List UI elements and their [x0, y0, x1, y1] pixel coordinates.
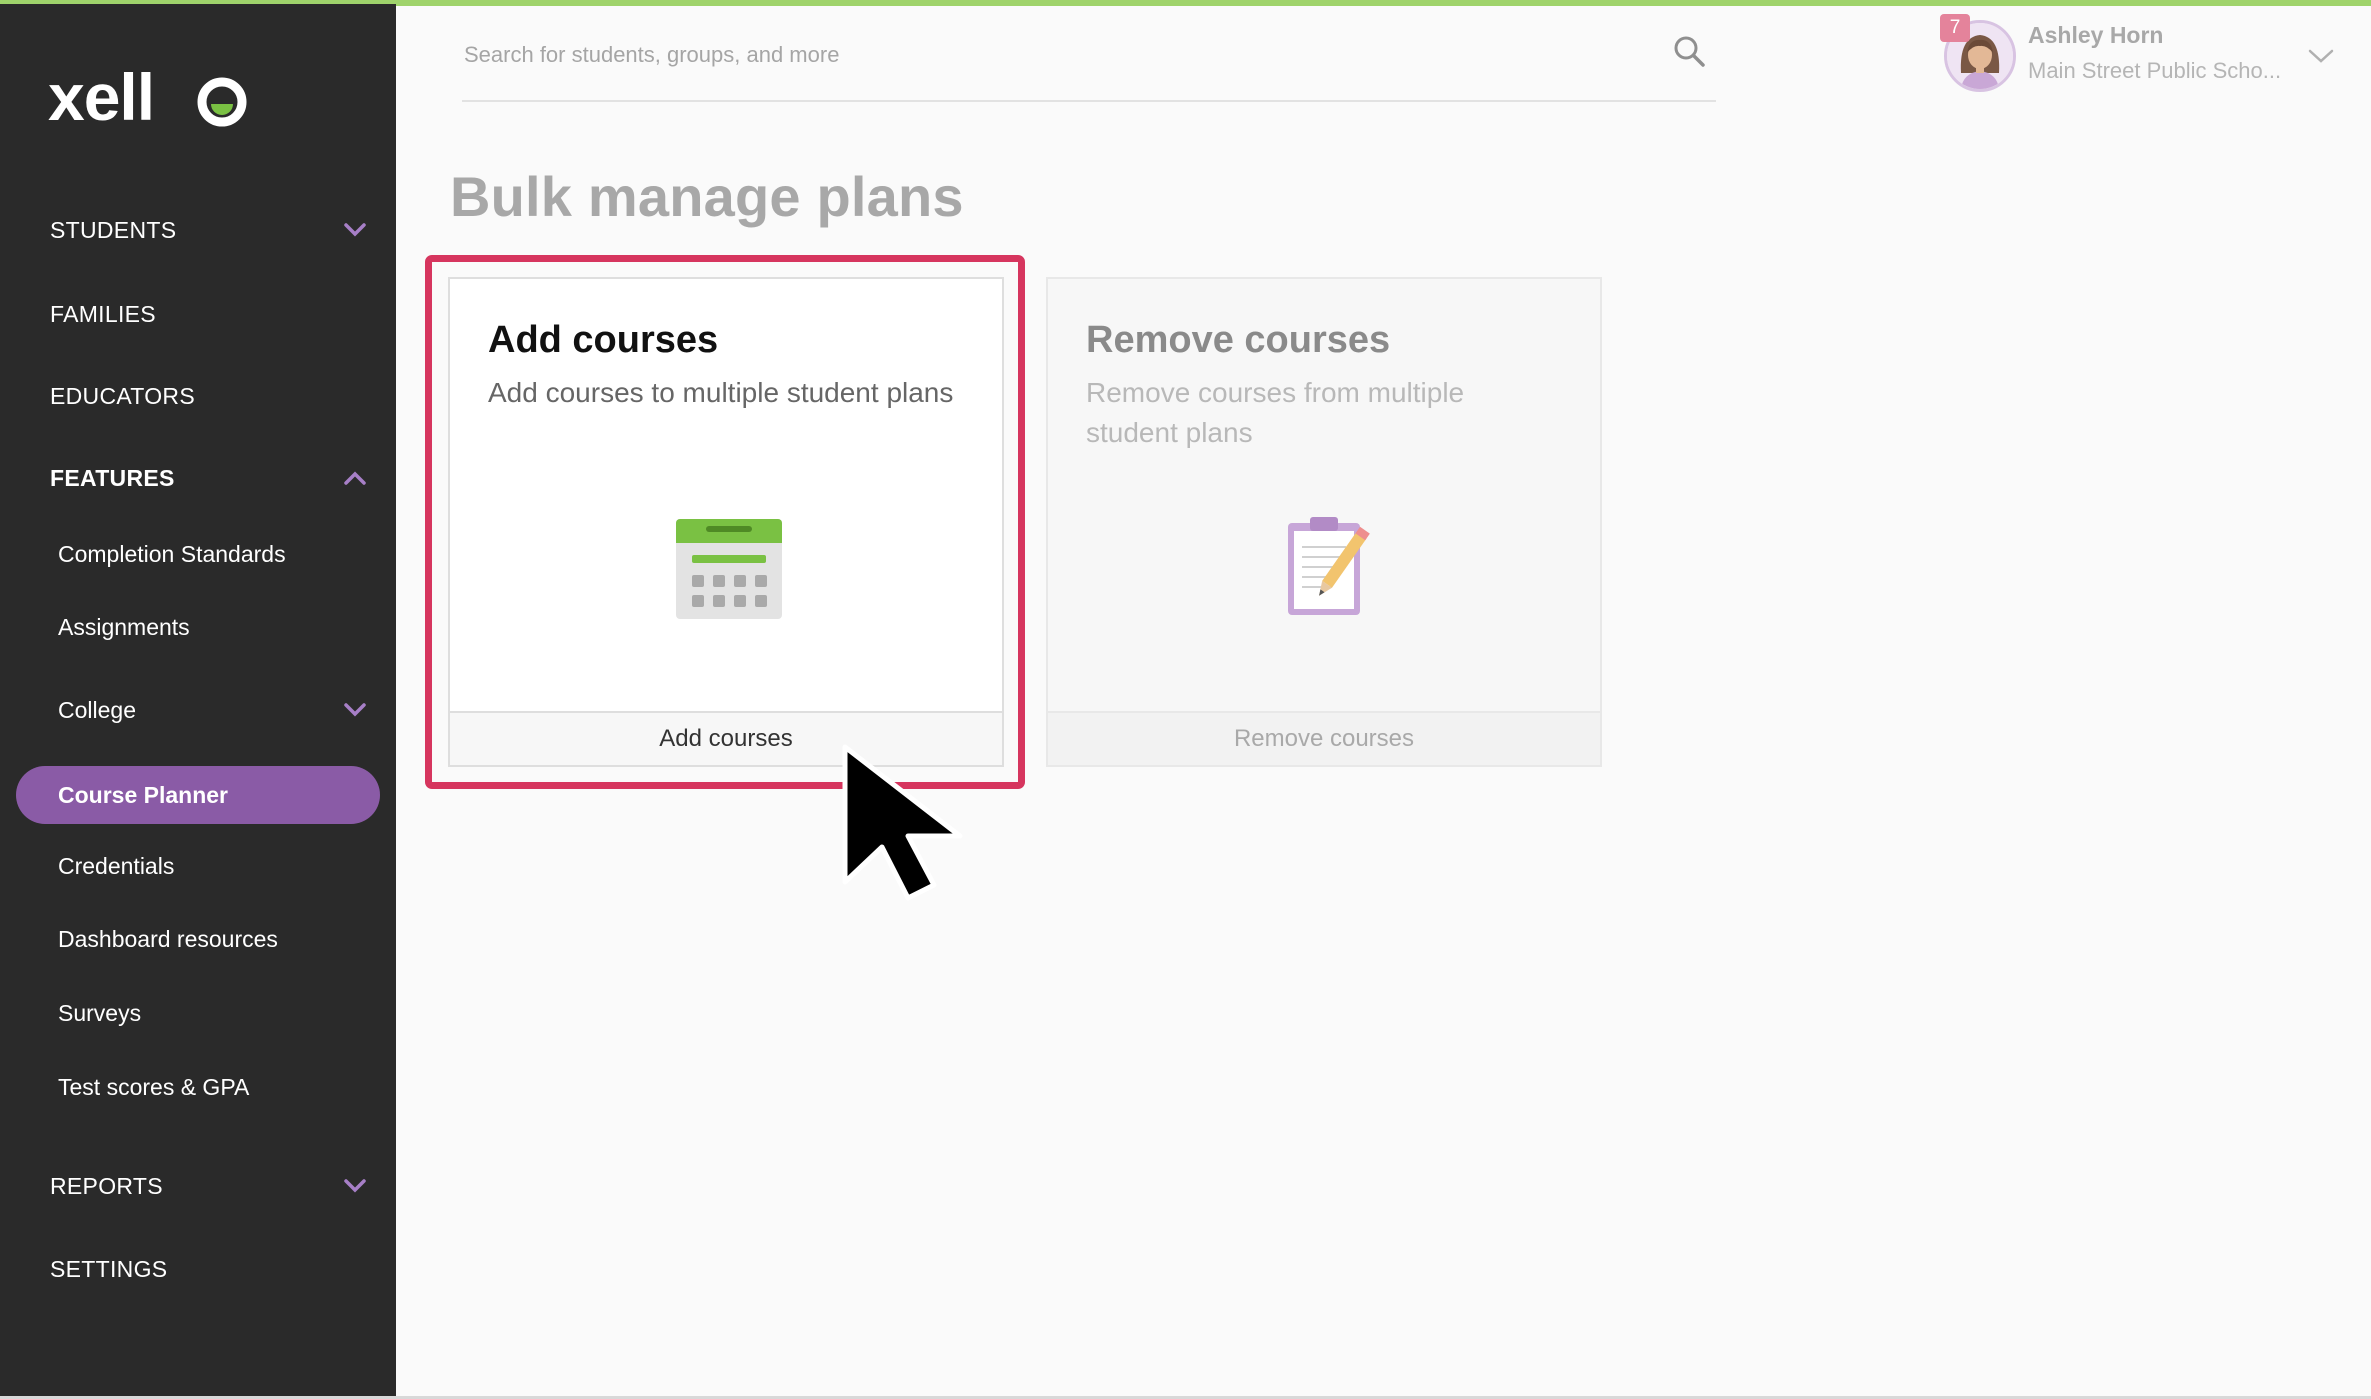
nav-reports-label: REPORTS: [50, 1172, 163, 1199]
clipboard-pencil-icon: [1288, 517, 1370, 615]
nav-credentials[interactable]: Credentials: [58, 846, 368, 886]
nav-settings-label: SETTINGS: [50, 1255, 168, 1282]
search-input[interactable]: [462, 32, 1646, 78]
search-bar: [462, 20, 1716, 102]
nav-college-label: College: [58, 696, 136, 723]
sidebar: xell STUDENTS FAMILIES EDUCATORS FEATURE…: [0, 4, 396, 1396]
user-menu[interactable]: 7 Ashley Horn Main Street Public Scho...: [1940, 14, 2340, 94]
chevron-down-icon[interactable]: [340, 1171, 370, 1201]
chevron-up-icon[interactable]: [340, 463, 370, 493]
highlight-frame: [425, 255, 1025, 789]
nav-families[interactable]: FAMILIES: [50, 294, 370, 334]
nav-features[interactable]: FEATURES: [50, 458, 370, 498]
nav-students[interactable]: STUDENTS: [50, 210, 370, 250]
search-icon[interactable]: [1672, 34, 1706, 68]
nav-features-label: FEATURES: [50, 464, 175, 491]
nav-surveys[interactable]: Surveys: [58, 993, 368, 1033]
svg-text:xell: xell: [48, 66, 154, 130]
xello-logo[interactable]: xell: [48, 66, 248, 130]
chevron-down-icon[interactable]: [2306, 44, 2336, 68]
nav-course-planner[interactable]: Course Planner: [16, 766, 380, 824]
notification-badge[interactable]: 7: [1940, 14, 1970, 42]
nav-educators[interactable]: EDUCATORS: [50, 376, 370, 416]
card-description: Remove courses from multiple student pla…: [1086, 377, 1465, 448]
nav-families-label: FAMILIES: [50, 300, 156, 327]
nav-credentials-label: Credentials: [58, 852, 175, 879]
nav-dashboard-resources[interactable]: Dashboard resources: [58, 919, 368, 959]
chevron-down-icon[interactable]: [340, 215, 370, 245]
user-school: Main Street Public Scho...: [2028, 58, 2282, 83]
nav-test-scores-label: Test scores & GPA: [58, 1073, 250, 1100]
app-window: xell STUDENTS FAMILIES EDUCATORS FEATURE…: [0, 0, 2371, 1399]
nav-assignments-label: Assignments: [58, 613, 190, 640]
chevron-down-icon[interactable]: [340, 695, 370, 725]
nav-completion-standards-label: Completion Standards: [58, 540, 286, 567]
user-name: Ashley Horn: [2028, 22, 2164, 48]
page-title: Bulk manage plans: [450, 165, 964, 228]
nav-dashboard-resources-label: Dashboard resources: [58, 925, 278, 952]
nav-test-scores[interactable]: Test scores & GPA: [58, 1067, 368, 1107]
nav-course-planner-label: Course Planner: [58, 782, 228, 808]
nav-college[interactable]: College: [58, 690, 368, 730]
nav-settings[interactable]: SETTINGS: [50, 1249, 370, 1289]
nav-educators-label: EDUCATORS: [50, 382, 195, 409]
card-title: Remove courses: [1086, 319, 1391, 361]
nav-assignments[interactable]: Assignments: [58, 607, 368, 647]
nav-completion-standards[interactable]: Completion Standards: [58, 534, 368, 574]
nav-reports[interactable]: REPORTS: [50, 1166, 370, 1206]
mouse-cursor-icon: [842, 744, 963, 901]
remove-courses-card[interactable]: Remove courses Remove courses from multi…: [1046, 277, 1602, 767]
nav-students-label: STUDENTS: [50, 216, 177, 243]
nav-surveys-label: Surveys: [58, 999, 142, 1026]
remove-courses-button[interactable]: Remove courses: [1048, 711, 1600, 765]
